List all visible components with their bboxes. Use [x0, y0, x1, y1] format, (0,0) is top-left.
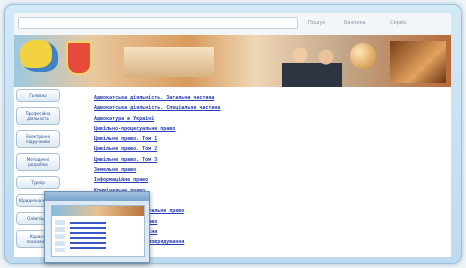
link-item[interactable]: Цивільне право. Том 3	[94, 155, 334, 165]
students-image	[282, 41, 342, 87]
building-image	[124, 47, 214, 77]
link-item[interactable]: Земельне право	[94, 165, 334, 175]
link-item[interactable]: Цивільне право. Том 1	[94, 134, 334, 144]
tools-control[interactable]: Сервіс	[390, 18, 407, 28]
thumbnail-link-line	[70, 242, 106, 244]
sidebar-item-tournament[interactable]: Турнір	[16, 176, 60, 189]
justice-scales-image	[390, 41, 446, 83]
thumbnail-link-line	[70, 247, 106, 249]
globe-icon	[350, 43, 376, 69]
link-item[interactable]: Цивільно-процесуальне право	[94, 124, 334, 134]
thumbnail-link-line	[70, 227, 106, 229]
link-item[interactable]: Адвокатська діяльність. Спеціальна части…	[94, 103, 334, 113]
link-item[interactable]: Цивільне право. Том 2	[94, 144, 334, 154]
coat-of-arms-icon	[66, 41, 92, 75]
link-item[interactable]: Адвокатська діяльність. Загальна частина	[94, 93, 334, 103]
address-bar[interactable]	[18, 17, 298, 29]
thumbnail-page	[51, 205, 145, 257]
sidebar-item-professional[interactable]: Професійна діяльність	[16, 107, 60, 125]
thumbnail-sidebar	[55, 220, 65, 252]
thumbnail-banner	[52, 206, 144, 216]
sidebar-item-methods[interactable]: Методичні розробки	[16, 153, 60, 171]
sidebar-item-textbooks[interactable]: Електронні підручники	[16, 130, 60, 148]
thumbnail-link-line	[70, 237, 106, 239]
link-item[interactable]: Адвокатура в Україні	[94, 114, 334, 124]
thumbnail-link-line	[70, 222, 106, 224]
thumbnail-link-line	[70, 232, 106, 234]
link-item[interactable]: Інформаційне право	[94, 175, 334, 185]
search-control[interactable]: Пошук	[308, 18, 325, 28]
sidebar-item-home[interactable]: Головна	[16, 89, 60, 102]
window-preview-thumbnail[interactable]	[44, 191, 150, 263]
thumbnail-titlebar	[45, 192, 149, 201]
ukraine-map-image	[20, 40, 58, 72]
site-banner	[14, 35, 451, 87]
browser-toolbar: Пошук Безпека Сервіс	[14, 13, 451, 36]
security-control[interactable]: Безпека	[344, 18, 366, 28]
